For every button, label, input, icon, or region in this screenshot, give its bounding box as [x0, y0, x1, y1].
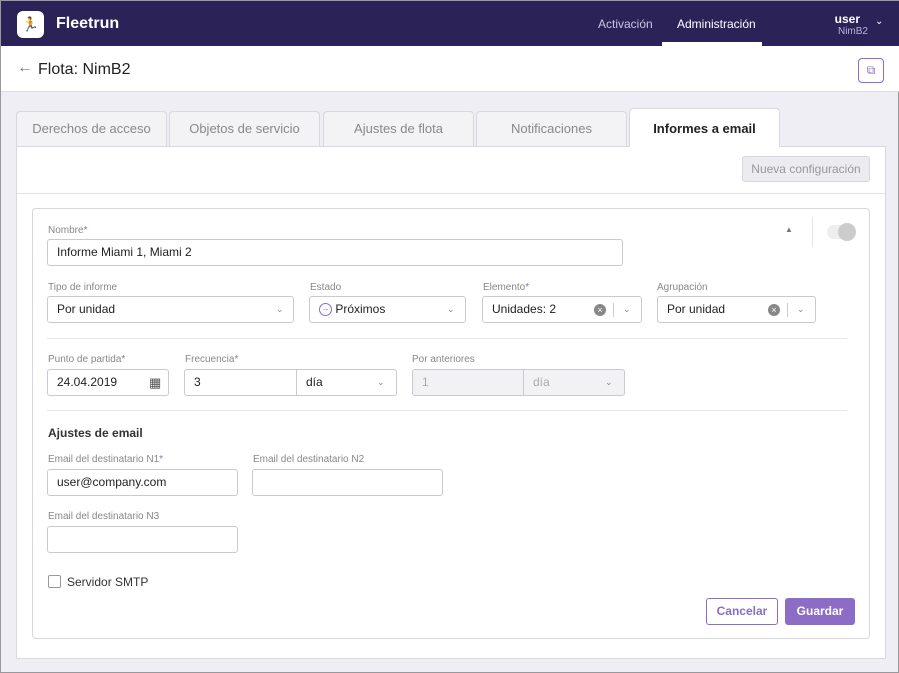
type-label: Tipo de informe — [48, 282, 118, 293]
app-logo-icon[interactable]: 🏃 — [17, 11, 44, 38]
required-mark: * — [159, 454, 164, 465]
chevron-down-icon[interactable]: ⌄ — [875, 16, 883, 27]
name-input[interactable]: Informe Miami 1, Miami 2 — [47, 239, 623, 266]
chevron-down-icon: ⌄ — [623, 304, 631, 314]
frequency-input[interactable]: 3 — [184, 369, 297, 396]
page-title: Flota: NimB2 — [38, 61, 131, 78]
tab-informes-a-email[interactable]: Informes a email — [629, 108, 780, 147]
copy-button[interactable]: ⧉ — [858, 58, 884, 83]
email1-label: Email del destinatario N1 — [48, 454, 160, 465]
chevron-down-icon: ⌄ — [447, 304, 455, 314]
grouping-value: Por unidad — [667, 302, 726, 316]
chevron-down-icon: ⌄ — [276, 304, 284, 314]
save-button[interactable]: Guardar — [785, 598, 855, 625]
user-name[interactable]: user — [835, 12, 860, 26]
state-select[interactable]: → Próximos ⌄ — [309, 296, 466, 323]
clear-icon[interactable]: × — [768, 304, 780, 316]
nav-administracion[interactable]: Administración — [677, 17, 756, 31]
tab-ajustes-de-flota[interactable]: Ajustes de flota — [323, 111, 474, 146]
start-label: Punto de partida — [48, 354, 122, 365]
start-date-input[interactable]: 24.04.2019 ▦ — [47, 369, 169, 396]
chevron-down-icon: ⌄ — [377, 377, 385, 387]
element-value: Unidades: 2 — [492, 302, 557, 316]
tab-objetos-de-servicio[interactable]: Objetos de servicio — [169, 111, 320, 146]
top-header — [1, 1, 899, 46]
email-section-title: Ajustes de email — [48, 426, 143, 440]
brand-name: Fleetrun — [56, 15, 120, 32]
previous-unit-select[interactable]: día ⌄ — [523, 369, 625, 396]
frequency-label: Frecuencia — [185, 354, 235, 365]
clear-icon[interactable]: × — [594, 304, 606, 316]
state-label: Estado — [310, 282, 342, 293]
chevron-down-icon: ⌄ — [605, 377, 613, 387]
chevron-down-icon: ⌄ — [797, 304, 805, 314]
back-arrow-icon[interactable]: ← — [17, 59, 33, 77]
required-mark: * — [234, 354, 239, 365]
required-mark: * — [83, 225, 88, 236]
previous-unit-value: día — [533, 375, 550, 389]
grouping-label: Agrupación — [657, 282, 708, 293]
divider — [47, 410, 847, 411]
email1-input[interactable]: user@company.com — [47, 469, 238, 496]
copy-icon: ⧉ — [866, 63, 876, 77]
previous-label: Por anteriores — [412, 354, 475, 365]
user-org[interactable]: NimB2 — [838, 26, 868, 37]
element-select[interactable]: Unidades: 2 × ⌄ — [482, 296, 642, 323]
new-config-button[interactable]: Nueva configuración — [742, 156, 870, 182]
grouping-select[interactable]: Por unidad × ⌄ — [657, 296, 816, 323]
collapse-icon[interactable]: ▲ — [785, 225, 793, 234]
cancel-button[interactable]: Cancelar — [706, 598, 778, 625]
divider — [47, 338, 847, 339]
email2-label: Email del destinatario N2 — [253, 454, 365, 465]
required-mark: * — [121, 354, 126, 365]
smtp-label: Servidor SMTP — [67, 575, 149, 589]
config-card — [32, 208, 870, 639]
tab-notificaciones[interactable]: Notificaciones — [476, 111, 627, 146]
nav-activacion[interactable]: Activación — [598, 17, 653, 31]
previous-input[interactable]: 1 — [412, 369, 524, 396]
element-label: Elemento — [483, 282, 526, 293]
tab-derechos-de-acceso[interactable]: Derechos de acceso — [16, 111, 167, 146]
type-value: Por unidad — [57, 302, 116, 316]
frequency-unit-value: día — [306, 375, 323, 389]
email3-label: Email del destinatario N3 — [48, 511, 160, 522]
divider — [17, 193, 885, 194]
state-value: Próximos — [335, 302, 386, 316]
divider — [812, 217, 813, 247]
email3-input[interactable] — [47, 526, 238, 553]
calendar-icon[interactable]: ▦ — [149, 370, 161, 395]
frequency-unit-select[interactable]: día ⌄ — [296, 369, 397, 396]
email2-input[interactable] — [252, 469, 443, 496]
start-date-value: 24.04.2019 — [57, 375, 118, 389]
smtp-checkbox[interactable] — [48, 575, 61, 588]
subheader — [1, 46, 899, 92]
required-mark: * — [525, 282, 530, 293]
type-select[interactable]: Por unidad ⌄ — [47, 296, 294, 323]
arrow-circle-icon: → — [319, 303, 332, 317]
enable-toggle[interactable] — [827, 223, 856, 241]
name-label: Nombre — [48, 225, 84, 236]
